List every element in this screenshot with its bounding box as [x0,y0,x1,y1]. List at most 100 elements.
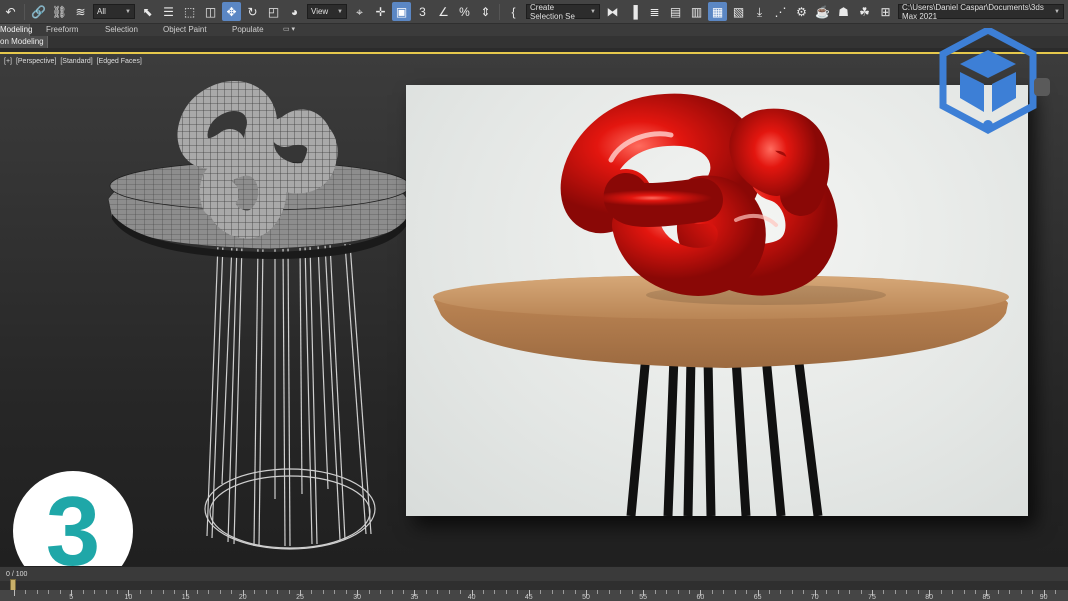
render-iterative-icon[interactable]: ☗ [834,2,853,21]
timeline-tick [849,590,851,594]
timeline-tick [448,590,450,594]
timeline-tick [380,590,382,594]
timeline-tick [14,590,15,596]
timeline-tick [631,590,633,594]
render-legs [626,354,823,516]
named-selection-value: Create Selection Se [530,2,575,21]
undo-icon[interactable]: ↶ [1,2,20,21]
timeline-tick [437,590,439,594]
tab-selection[interactable]: Selection [105,24,138,36]
toggle-scene-explorer-icon[interactable]: ≣ [645,2,664,21]
timeline-tick [494,590,496,594]
chevron-down-icon: ▼ [125,8,131,15]
timeline-tick [597,590,599,594]
timeline-tick [1020,590,1022,594]
toggle-layer-explorer-icon[interactable]: ▤ [666,2,685,21]
spinner-snap-icon[interactable]: ⇕ [476,2,495,21]
timeline-tick [368,590,370,594]
render-setup-icon[interactable]: ⋰ [771,2,790,21]
select-by-name-icon[interactable]: ☰ [159,2,178,21]
project-path-dropdown[interactable]: C:\Users\Daniel Caspar\Documents\3ds Max… [898,3,1064,21]
timeline-tick [460,590,462,594]
arnold-icon[interactable]: ☘ [855,2,874,21]
ribbon-panel-label[interactable]: on Modeling [0,36,48,48]
main-toolbar: ↶ 🔗 ⛓ ≋ All ▼ ⬉ ☰ ⬚ ◫ ✥ ↻ ◰ ◕ View ▼ ⌖ ✛ ▣… [0,0,1068,24]
material-editor-icon[interactable]: ⤓ [750,2,769,21]
link-icon[interactable]: 🔗 [29,2,48,21]
timeline-tick [860,590,862,594]
timeline-tick-label: 90 [1039,594,1048,601]
timeline-tick [837,590,839,594]
placement-icon[interactable]: ◕ [285,2,304,21]
named-selection-dropdown[interactable]: Create Selection Se ▼ [526,2,600,21]
timeline-ruler[interactable]: 5 10 15 20 25 30 35 40 45 50 55 60 65 70 75 80 85 90 [0,590,1068,601]
move-icon[interactable]: ✥ [222,2,241,21]
tab-freeform[interactable]: Freeform [46,24,78,36]
edit-named-sets-icon[interactable]: { [504,2,523,21]
timeline-tick [94,590,96,594]
project-folder-icon[interactable]: ⊞ [876,2,895,21]
tab-populate[interactable]: Populate [232,24,264,36]
timeline-tick [334,590,336,594]
tab-modeling[interactable]: Modeling [0,24,32,36]
timeline-tick-label: 85 [982,594,991,601]
select-manipulate-icon[interactable]: ✛ [371,2,390,21]
tab-object-paint[interactable]: Object Paint [163,24,207,36]
curve-editor-icon[interactable]: ▦ [708,2,727,21]
scale-icon[interactable]: ◰ [264,2,283,21]
rectangle-region-icon[interactable]: ⬚ [180,2,199,21]
timeline-tick [780,590,782,594]
align-icon[interactable]: ▐ [624,2,643,21]
timeline-tick [906,590,908,594]
rotate-icon[interactable]: ↻ [243,2,262,21]
percent-snap-icon[interactable]: % [455,2,474,21]
mirror-icon[interactable]: ⧓ [603,2,622,21]
timeline-tick-label: 25 [296,594,304,601]
reference-coord-dropdown[interactable]: View ▼ [307,4,347,19]
angle-snap-icon[interactable]: ∠ [434,2,453,21]
timeline-tick [608,590,610,594]
timeline-tick-label: 60 [696,594,705,601]
brand-logo [939,28,1050,134]
timeline-tick [746,590,748,594]
timeline-tick-label: 45 [524,594,533,601]
use-pivot-icon[interactable]: ⌖ [350,2,369,21]
select-object-icon[interactable]: ⬉ [138,2,157,21]
selection-filter-dropdown[interactable]: All ▼ [93,4,135,19]
timeline-tick-label: 30 [353,594,362,601]
render-icon[interactable]: ☕ [813,2,832,21]
timeline-tick [711,590,713,594]
timeline-tick [803,590,805,594]
schematic-view-icon[interactable]: ▧ [729,2,748,21]
timeline-tick [1055,590,1057,594]
timeline-tick [574,590,576,594]
timeline-tick-label: 20 [238,594,247,601]
timeline-tick [311,590,313,594]
ribbon-options-icon[interactable]: ▭ ▾ [283,24,295,36]
snaps-icon[interactable]: 3 [413,2,432,21]
timeline-tick [116,590,118,594]
keyboard-shortcut-icon[interactable]: ▣ [392,2,411,21]
timeline-tick [997,590,999,594]
timeline-tick-label: 40 [467,594,476,601]
chevron-down-icon: ▼ [590,8,596,15]
unlink-icon[interactable]: ⛓ [50,2,69,21]
timeline-tick-label: 5 [69,594,74,601]
ribbon-toggle-icon[interactable]: ▥ [687,2,706,21]
timeline-tick [277,590,279,594]
time-slider-track[interactable] [0,581,1068,590]
timeline-tick [231,590,233,594]
timeline-tick [322,590,324,594]
timeline-tick-label: 80 [925,594,934,601]
timeline-tick [345,590,347,594]
timeline-tick-label: 10 [124,594,133,601]
window-crossing-icon[interactable]: ◫ [201,2,220,21]
ribbon-tabs: Modeling Freeform Selection Object Paint… [0,24,1068,36]
bind-spacewarp-icon[interactable]: ≋ [71,2,90,21]
timeline-tick [402,590,404,594]
timeline-tick [483,590,485,594]
timeline-tick [1009,590,1011,594]
timeline-tick [105,590,107,594]
reference-coord-value: View [311,7,329,16]
rendered-frame-window-icon[interactable]: ⚙ [792,2,811,21]
